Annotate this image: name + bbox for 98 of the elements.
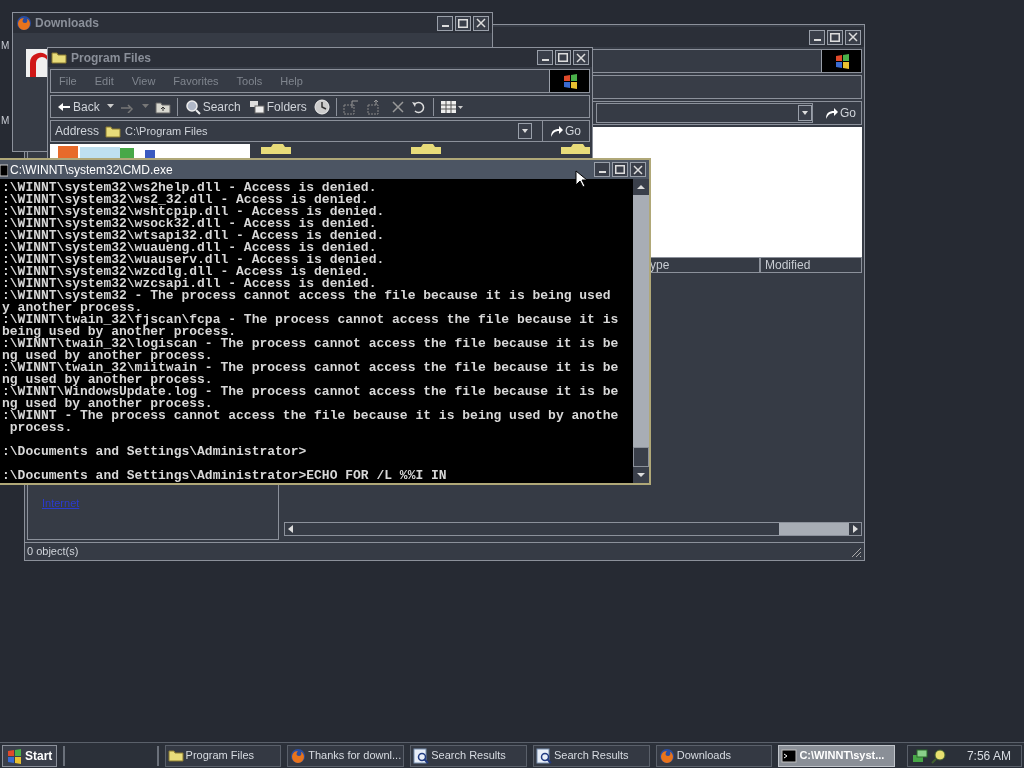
- dropdown-caret-icon: [141, 104, 149, 109]
- console-line: :\WINNT - The process cannot access the file because it is being used by anothe: [2, 410, 620, 422]
- desktop-label: M: [1, 115, 10, 127]
- start-button[interactable]: Start: [2, 744, 58, 767]
- views-icon[interactable]: [439, 99, 464, 114]
- console-line: :\WINNT\twain_32\miitwain - The process cannot access the file because it is be: [2, 362, 620, 374]
- status-text: 0 object(s): [27, 544, 79, 560]
- console-line: :\WINNT\system32\wzcsapi.dll - Access is denied.: [2, 278, 378, 290]
- column-header[interactable]: Modified: [760, 257, 862, 273]
- scrollbar-thumb[interactable]: [633, 447, 649, 467]
- close-button[interactable]: [630, 162, 646, 177]
- console-line: :\Documents and Settings\Administrator>: [2, 446, 308, 458]
- minimize-icon: [598, 171, 606, 173]
- dropdown-caret-icon: [106, 104, 114, 109]
- search-icon: [931, 747, 948, 764]
- console-line: :\WINNT\system32\ws2_32.dll - Access is denied.: [2, 194, 369, 206]
- console-line: :\WINNT\WindowsUpdate.log - The process cannot access the file because it is be: [2, 386, 620, 398]
- window-title: Program Files: [71, 49, 153, 67]
- vertical-scrollbar[interactable]: [633, 179, 649, 483]
- up-folder-icon[interactable]: [154, 99, 171, 114]
- console-line: :\WINNT\system32\wtsapi32.dll - Access is denied.: [2, 230, 386, 242]
- close-button[interactable]: [845, 29, 861, 45]
- close-button[interactable]: [473, 15, 489, 31]
- maximize-icon: [458, 18, 468, 28]
- maximize-icon: [830, 32, 840, 42]
- address-field[interactable]: [596, 103, 813, 123]
- go-button[interactable]: Go: [821, 103, 859, 123]
- maximize-button[interactable]: [612, 162, 628, 177]
- firefox-icon: [16, 15, 32, 31]
- search-icon: [535, 747, 552, 764]
- maximize-icon: [558, 53, 568, 62]
- minimize-button[interactable]: [437, 15, 453, 31]
- desktop-label: M: [1, 40, 10, 52]
- console-line: :\WINNT\system32\wzcdlg.dll - Access is denied.: [2, 266, 369, 278]
- taskbar-button[interactable]: Search Results: [532, 744, 650, 767]
- console-line: ng used by another process.: [2, 350, 214, 362]
- folder-icon: [51, 49, 67, 66]
- folder-icon: [260, 144, 292, 154]
- firefox-icon: [658, 747, 675, 764]
- console-line: :\WINNT\system32\ws2help.dll - Access is denied.: [2, 182, 378, 194]
- folder-icon: [410, 144, 442, 154]
- console-line: process.: [8, 422, 74, 434]
- maximize-icon: [615, 165, 625, 174]
- undo-icon[interactable]: [410, 99, 427, 114]
- search-icon: [413, 747, 430, 764]
- window-title: C:\WINNT\system32\CMD.exe: [10, 161, 174, 179]
- maximize-button[interactable]: [555, 50, 571, 65]
- folder-icon: [560, 144, 590, 154]
- minimize-button[interactable]: [809, 29, 825, 45]
- console-icon: [781, 747, 798, 764]
- console-icon: [0, 162, 8, 177]
- minimize-icon: [541, 59, 549, 61]
- folders-icon: [248, 99, 265, 114]
- minimize-button[interactable]: [537, 50, 553, 65]
- console-line: :\WINNT\twain_32\logiscan - The process cannot access the file because it is be: [2, 338, 620, 350]
- console-line: :\WINNT\system32\wshtcpip.dll - Access is denied.: [2, 206, 386, 218]
- download-badge-icon: [26, 49, 48, 77]
- close-icon: [848, 32, 858, 42]
- back-arrow-icon: [57, 100, 71, 113]
- folder-icon: [167, 747, 184, 764]
- history-icon[interactable]: [313, 98, 330, 115]
- console-line: :\WINNT\system32\wuaueng.dll - Access is denied.: [2, 242, 377, 254]
- windows-logo-icon: [6, 747, 22, 764]
- close-button[interactable]: [573, 50, 589, 65]
- console-line: ng used by another process.: [2, 374, 214, 386]
- console-line: being used by another process.: [2, 326, 237, 338]
- minimize-button[interactable]: [594, 162, 610, 177]
- back-button[interactable]: Back: [56, 97, 101, 116]
- folders-button[interactable]: Folders: [247, 97, 308, 116]
- close-icon: [633, 164, 643, 175]
- maximize-button[interactable]: [455, 15, 471, 31]
- go-arrow-icon: [824, 106, 838, 120]
- close-icon: [576, 52, 586, 63]
- console-line: :\WINNT\system32\wuauserv.dll - Access is denied.: [2, 254, 386, 266]
- network-icon: [912, 747, 929, 764]
- console-line: ng used by another process.: [2, 398, 213, 410]
- console-line: :\WINNT\system32 - The process cannot access the file because it is being used: [2, 290, 612, 302]
- search-button[interactable]: Search: [183, 97, 242, 116]
- maximize-button[interactable]: [827, 29, 843, 45]
- console-line: :\WINNT\twain_32\fjscan\fcpa - The process cannot access the file because it is: [2, 314, 620, 326]
- taskbar-button[interactable]: Thanks for downl...: [287, 744, 405, 767]
- horizontal-scrollbar[interactable]: [284, 522, 862, 536]
- search-icon: [184, 98, 201, 115]
- console-line: :\WINNT\system32\wsock32.dll - Access is denied.: [2, 218, 377, 230]
- resize-grip-icon: [850, 545, 862, 558]
- taskbar-button[interactable]: Search Results: [410, 744, 527, 767]
- console-line: y another process.: [2, 302, 143, 314]
- close-icon: [476, 18, 486, 28]
- column-header[interactable]: ype: [648, 257, 760, 273]
- taskbar-button[interactable]: Downloads: [655, 744, 773, 767]
- window-title: Downloads: [35, 15, 100, 32]
- minimize-icon: [813, 38, 821, 41]
- taskbar-button[interactable]: Program Files: [164, 744, 282, 767]
- console-line: :\Documents and Settings\Administrator>ECHO FOR /L %%I IN: [2, 470, 448, 482]
- scrollbar-thumb[interactable]: [779, 523, 849, 535]
- firefox-icon: [290, 747, 307, 764]
- delete-icon[interactable]: [390, 99, 405, 114]
- clock: 7:56 AM: [965, 747, 1012, 765]
